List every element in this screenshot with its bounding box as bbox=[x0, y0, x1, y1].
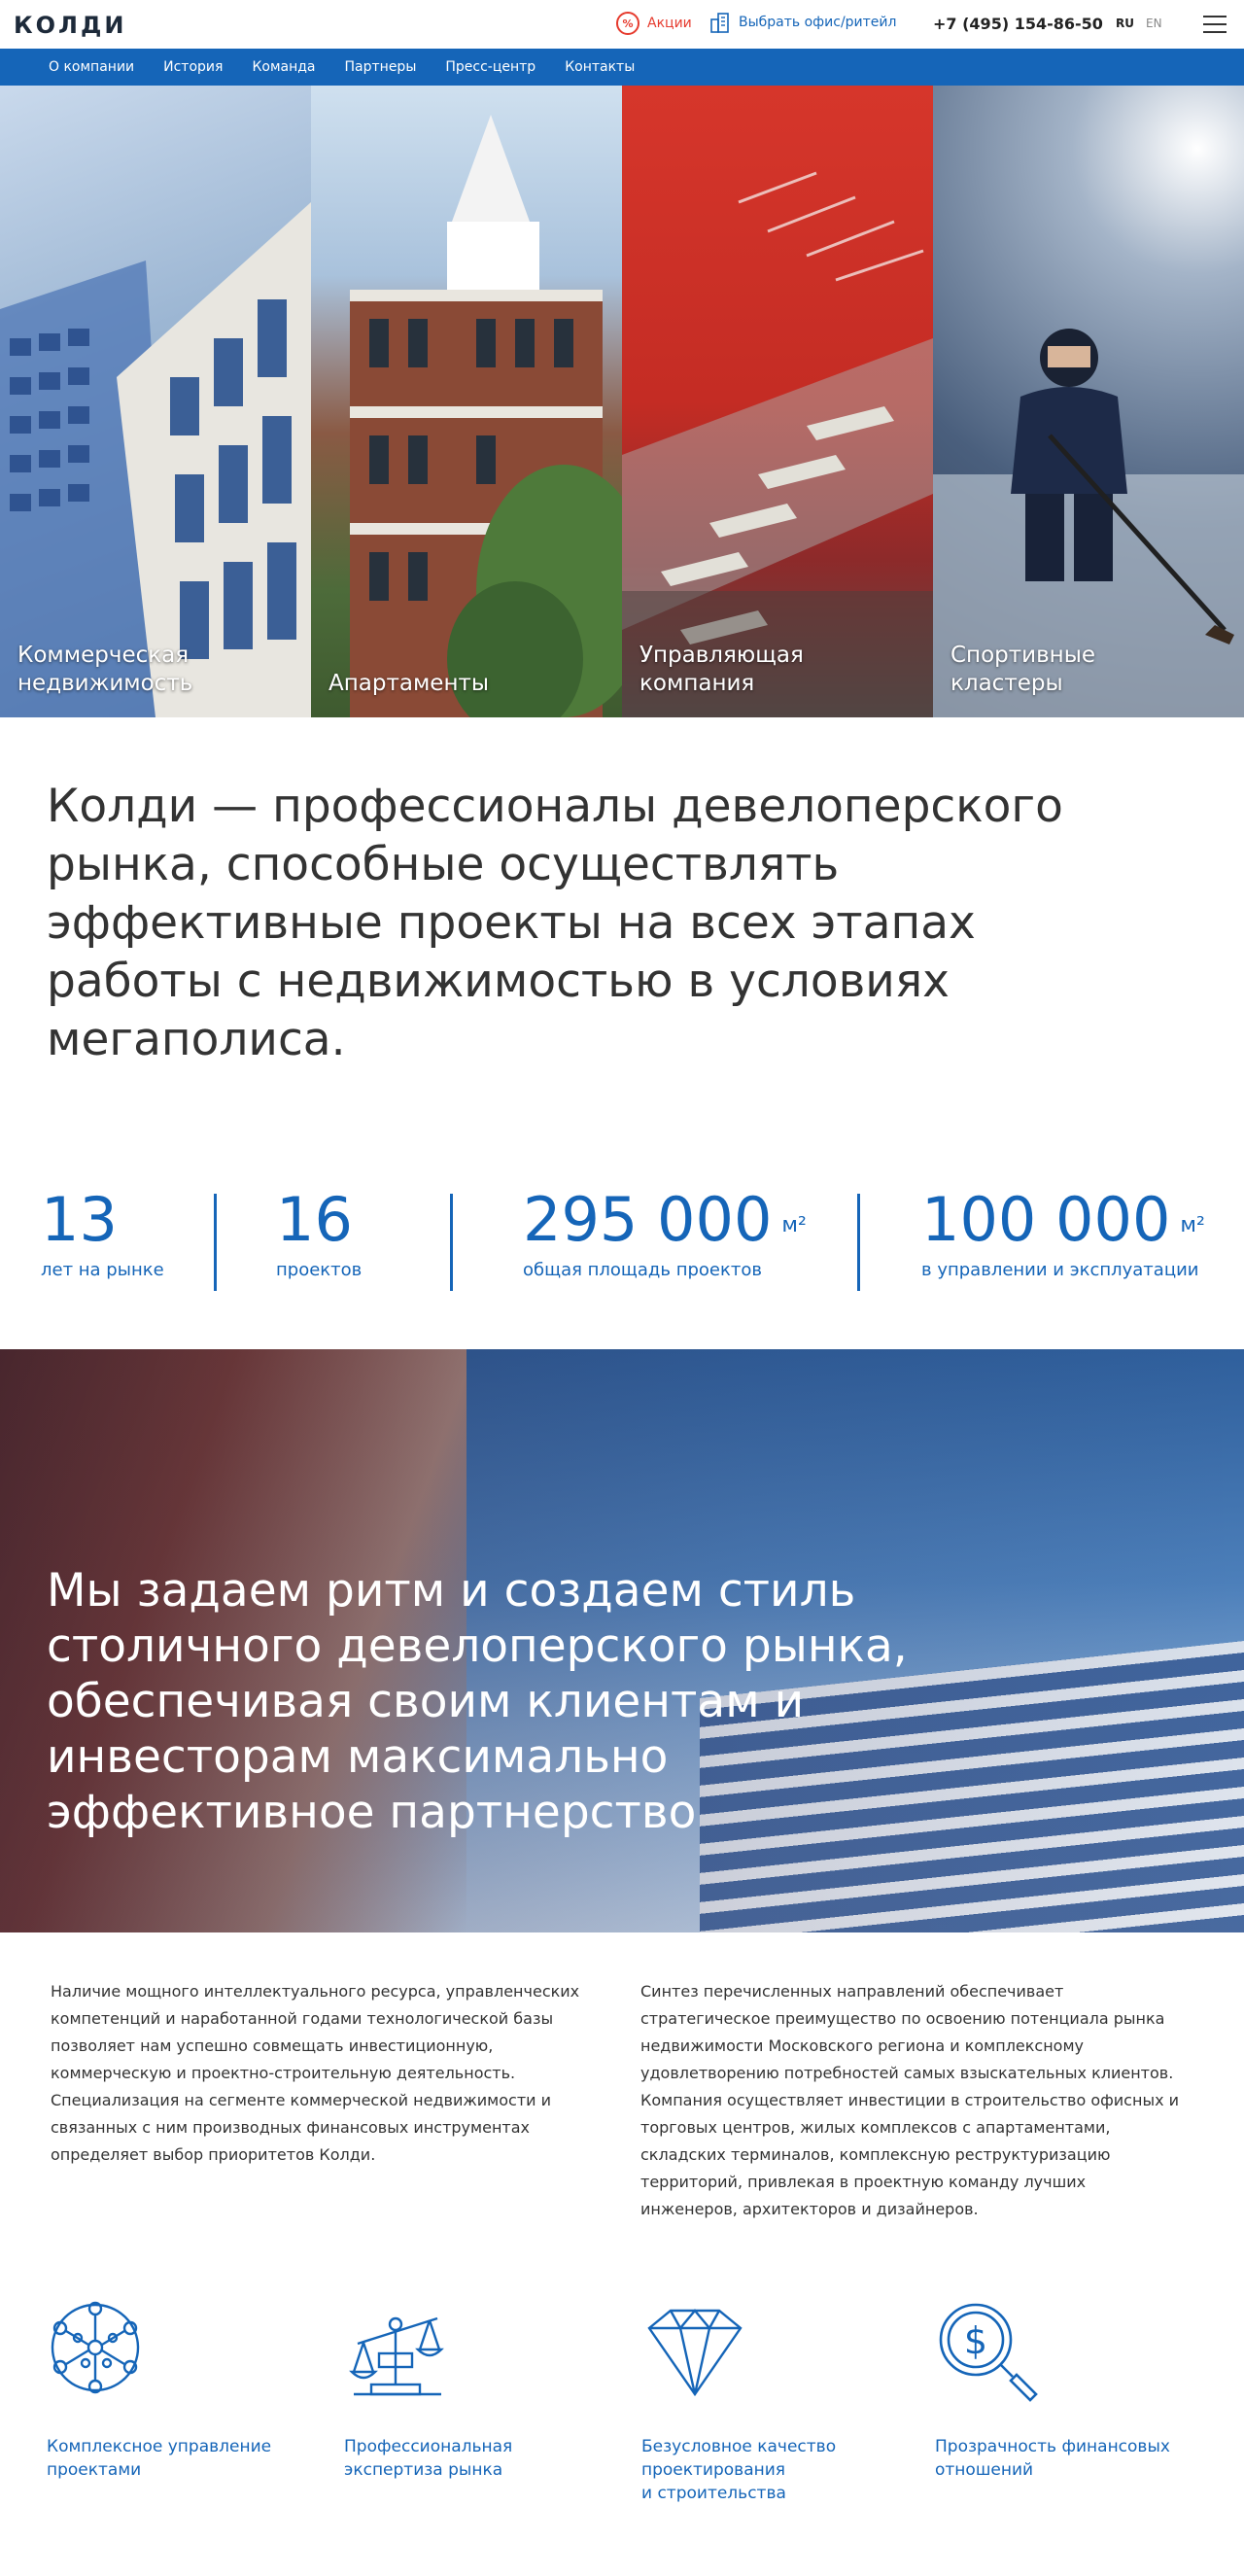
percent-icon: % bbox=[616, 12, 639, 35]
stat-unit: м² bbox=[781, 1213, 807, 1237]
direction-tiles: Коммерческая недвижимость Апартаменты Уп… bbox=[0, 86, 1244, 717]
promo-label: Акции bbox=[647, 16, 692, 31]
stat-number: 16 bbox=[276, 1184, 353, 1255]
svg-text:КОЛДИ: КОЛДИ bbox=[14, 12, 126, 37]
scales-icon bbox=[349, 2316, 444, 2396]
stat-label: общая площадь проектов bbox=[523, 1260, 762, 1280]
hockey-player-image bbox=[933, 329, 1244, 717]
main-nav: О компании История Команда Партнеры Прес… bbox=[0, 49, 1244, 86]
tile-label: Спортивные кластеры bbox=[950, 643, 1096, 696]
nav-item-press[interactable]: Пресс-центр bbox=[445, 59, 536, 75]
stat-value: 13 bbox=[41, 1186, 164, 1254]
nav-item-contacts[interactable]: Контакты bbox=[565, 59, 635, 75]
tile-label: Управляющая компания bbox=[639, 643, 804, 696]
feature-caption: Комплексное управление проектами bbox=[47, 2437, 272, 2480]
stat-divider bbox=[450, 1194, 453, 1291]
stat-projects: 16 проектов bbox=[276, 1186, 363, 1281]
feature-project-management: Комплексное управление проектами bbox=[47, 2299, 299, 2482]
feature-caption: Профессиональная экспертиза рынка bbox=[344, 2437, 513, 2480]
stat-number: 295 000 bbox=[523, 1184, 773, 1255]
lang-ru[interactable]: RU bbox=[1116, 17, 1134, 30]
feature-caption: Безусловное качество проектирования и ст… bbox=[641, 2437, 837, 2503]
stat-number: 13 bbox=[41, 1184, 118, 1255]
hamburger-line bbox=[1203, 23, 1227, 25]
office-building-image bbox=[0, 202, 311, 717]
tile-apartments[interactable]: Апартаменты bbox=[311, 86, 622, 717]
stat-label: лет на рынке bbox=[41, 1260, 164, 1280]
nav-item-about[interactable]: О компании bbox=[49, 59, 134, 75]
hamburger-line bbox=[1203, 31, 1227, 33]
hamburger-line bbox=[1203, 16, 1227, 17]
choose-office-label: Выбрать офис/ритейл bbox=[739, 15, 897, 30]
stat-unit: м² bbox=[1180, 1213, 1205, 1237]
stat-divider bbox=[857, 1194, 860, 1291]
about-text-left: Наличие мощного интеллектуального ресурс… bbox=[51, 1982, 580, 2164]
stat-value: 295 000 м² bbox=[523, 1186, 807, 1254]
lang-en[interactable]: EN bbox=[1146, 17, 1162, 30]
hero-banner: Мы задаем ритм и создаем стиль столичног… bbox=[0, 1349, 1244, 1932]
features-row: Комплексное управление проектами Професс… bbox=[0, 2299, 1244, 2542]
feature-caption: Прозрачность финансовых отношений bbox=[935, 2437, 1170, 2480]
language-switcher: RU EN bbox=[1116, 17, 1162, 30]
stats-row: 13 лет на рынке 16 проектов 295 000 м² об… bbox=[0, 1186, 1244, 1293]
diamond-icon bbox=[647, 2309, 743, 2397]
stat-total-area: 295 000 м² общая площадь проектов bbox=[523, 1186, 807, 1281]
logo-mark: КОЛДИ bbox=[14, 12, 126, 37]
tile-management-company[interactable]: Управляющая компания bbox=[622, 86, 933, 717]
stat-number: 100 000 bbox=[921, 1184, 1171, 1255]
feature-market-expertise: Профессиональная экспертиза рынка bbox=[344, 2299, 597, 2482]
svg-text:$: $ bbox=[964, 2319, 987, 2362]
building-icon bbox=[710, 13, 729, 33]
dollar-magnifier-icon: $ bbox=[939, 2303, 1038, 2402]
stat-managed-area: 100 000 м² в управлении и эксплуатации bbox=[921, 1186, 1205, 1281]
stat-value: 100 000 м² bbox=[921, 1186, 1205, 1254]
hamburger-icon[interactable] bbox=[1203, 16, 1227, 33]
banner-text: Мы задаем ритм и создаем стиль столичног… bbox=[47, 1564, 908, 1839]
logo[interactable]: КОЛДИ bbox=[14, 12, 159, 37]
feature-quality: Безусловное качество проектирования и ст… bbox=[641, 2299, 894, 2505]
nav-item-team[interactable]: Команда bbox=[252, 59, 315, 75]
about-text-right: Синтез перечисленных направлений обеспеч… bbox=[640, 1982, 1180, 2218]
intro-heading: Колди — профессионалы девелоперского рын… bbox=[47, 780, 1063, 1066]
tile-sport-clusters[interactable]: Спортивные кластеры bbox=[933, 86, 1244, 717]
tile-commercial-real-estate[interactable]: Коммерческая недвижимость bbox=[0, 86, 311, 717]
staircase-image bbox=[622, 171, 933, 717]
stat-divider bbox=[214, 1194, 217, 1291]
apartments-tower-image bbox=[350, 115, 622, 717]
nav-item-partners[interactable]: Партнеры bbox=[345, 59, 417, 75]
network-icon bbox=[51, 2301, 140, 2394]
top-header: КОЛДИ % Акции Выбрать офис/ритейл +7 (49… bbox=[0, 0, 1244, 49]
phone-number[interactable]: +7 (495) 154-86-50 bbox=[933, 15, 1103, 33]
tile-label: Апартаменты bbox=[328, 671, 490, 696]
stat-value: 16 bbox=[276, 1186, 362, 1254]
stat-years: 13 лет на рынке bbox=[41, 1186, 164, 1281]
stat-label: в управлении и эксплуатации bbox=[921, 1260, 1199, 1280]
feature-financial-transparency: $ Прозрачность финансовых отношений bbox=[935, 2299, 1188, 2482]
tile-label: Коммерческая недвижимость bbox=[17, 643, 193, 696]
stat-label: проектов bbox=[276, 1260, 363, 1280]
promo-link[interactable]: % Акции bbox=[616, 12, 692, 35]
nav-item-history[interactable]: История bbox=[163, 59, 223, 75]
choose-office-link[interactable]: Выбрать офис/ритейл bbox=[709, 12, 896, 33]
